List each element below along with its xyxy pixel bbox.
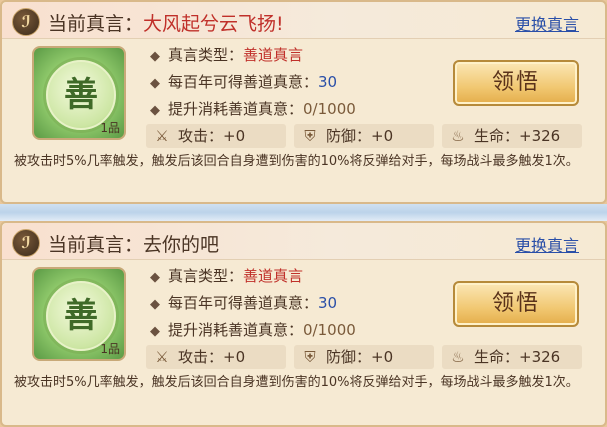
diamond-bullet-icon: ◆ [150,103,160,118]
current-mantra-title: 当前真言：大风起兮云飞扬! [48,9,284,36]
attr-mantra-type: ◆ 真言类型：善道真言 [150,265,303,286]
stat-value: +0 [371,127,394,145]
panel-divider [0,204,607,221]
attr-value: 善道真言 [243,267,304,285]
mantra-card-1: ℐ 当前真言：大风起兮云飞扬! 更换真言 善 1品 ◆ 真言类型：善道真言 ◆ 每百… [0,0,607,204]
attr-label: 每百年可得善道真意： [168,294,319,312]
mantra-card-2: ℐ 当前真言：去你的吧 更换真言 善 1品 ◆ 真言类型：善道真言 ◆ 每百年可得善… [0,221,607,427]
stat-value: +0 [371,348,394,366]
shield-icon: ⛨ [304,127,316,145]
title-prefix: 当前真言： [48,13,144,35]
attr-label: 真言类型： [168,267,244,285]
stat-label: 防御： [326,127,372,145]
attr-gain-per-century: ◆ 每百年可得善道真意：30 [150,71,337,92]
stat-label: 生命： [474,127,520,145]
diamond-bullet-icon: ◆ [150,270,160,285]
mantra-scroll-icon: ℐ [12,8,40,36]
diamond-bullet-icon: ◆ [150,49,160,64]
stat-label: 攻击： [178,348,224,366]
attr-value: 0/1000 [303,100,356,118]
stat-defense: ⛨ 防御：+0 [294,124,434,148]
enlighten-button[interactable]: 领悟 [453,281,579,327]
mantra-artwork: 善 1品 [32,46,126,140]
diamond-bullet-icon: ◆ [150,76,160,91]
stat-value: +0 [223,127,246,145]
grade-label: 1品 [100,342,120,356]
title-prefix: 当前真言： [48,234,144,256]
stat-life: ♨ 生命：+326 [442,345,582,369]
attr-gain-per-century: ◆ 每百年可得善道真意：30 [150,292,337,313]
attr-label: 提升消耗善道真意： [168,321,304,339]
attr-upgrade-cost: ◆ 提升消耗善道真意：0/1000 [150,319,356,340]
diamond-bullet-icon: ◆ [150,324,160,339]
card-header: ℐ 当前真言：大风起兮云飞扬! 更换真言 [2,2,605,39]
stat-attack: ⚔ 攻击：+0 [146,124,286,148]
attr-label: 真言类型： [168,46,244,64]
mantra-name: 大风起兮云飞扬! [143,13,284,35]
diamond-bullet-icon: ◆ [150,297,160,312]
stat-label: 攻击： [178,127,224,145]
attr-label: 每百年可得善道真意： [168,73,319,91]
stat-defense: ⛨ 防御：+0 [294,345,434,369]
mantra-name: 去你的吧 [143,234,220,256]
attr-value: 善道真言 [243,46,304,64]
life-icon: ♨ [451,348,465,366]
mantra-artwork: 善 1品 [32,267,126,361]
sword-icon: ⚔ [155,348,169,366]
stat-attack: ⚔ 攻击：+0 [146,345,286,369]
attr-label: 提升消耗善道真意： [168,100,304,118]
shield-icon: ⛨ [304,348,316,366]
current-mantra-title: 当前真言：去你的吧 [48,230,219,257]
attr-mantra-type: ◆ 真言类型：善道真言 [150,44,303,65]
attr-value: 30 [318,294,338,312]
stat-value: +0 [223,348,246,366]
switch-mantra-link[interactable]: 更换真言 [515,11,579,35]
enlighten-button[interactable]: 领悟 [453,60,579,106]
life-icon: ♨ [451,127,465,145]
stat-label: 生命： [474,348,520,366]
mantra-description: 被攻击时5%几率触发，触发后该回合自身遭到伤害的10%将反弹给对手，每场战斗最多… [14,375,579,390]
attr-upgrade-cost: ◆ 提升消耗善道真意：0/1000 [150,98,356,119]
switch-mantra-link[interactable]: 更换真言 [515,232,579,256]
attr-value: 0/1000 [303,321,356,339]
stat-life: ♨ 生命：+326 [442,124,582,148]
stat-value: +326 [519,348,561,366]
stat-label: 防御： [326,348,372,366]
stat-value: +326 [519,127,561,145]
attr-value: 30 [318,73,338,91]
sword-icon: ⚔ [155,127,169,145]
grade-label: 1品 [100,121,120,135]
card-header: ℐ 当前真言：去你的吧 更换真言 [2,223,605,260]
mantra-scroll-icon: ℐ [12,229,40,257]
mantra-description: 被攻击时5%几率触发，触发后该回合自身遭到伤害的10%将反弹给对手，每场战斗最多… [14,154,579,169]
